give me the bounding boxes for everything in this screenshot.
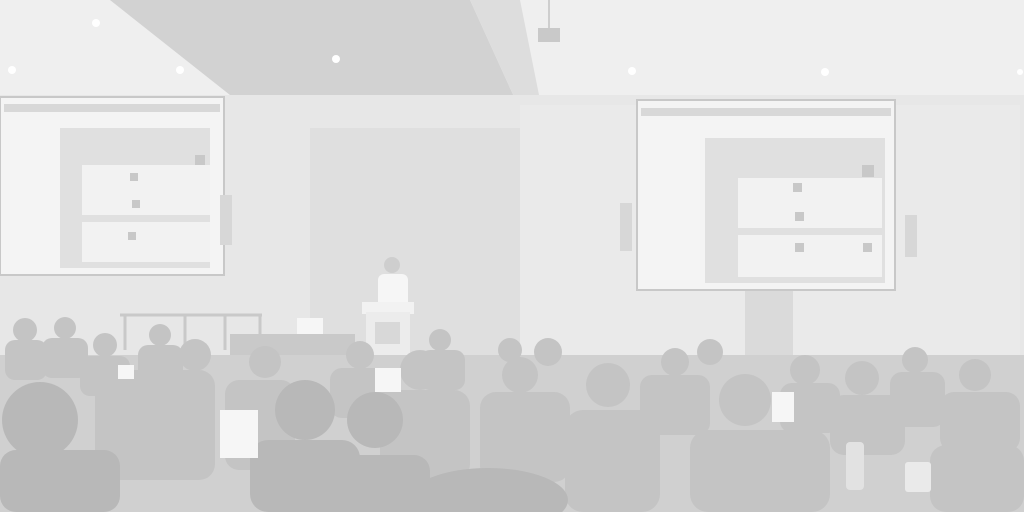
photo-illustration <box>0 0 1024 512</box>
haze-overlay <box>0 0 1024 512</box>
conference-photo <box>0 0 1024 512</box>
